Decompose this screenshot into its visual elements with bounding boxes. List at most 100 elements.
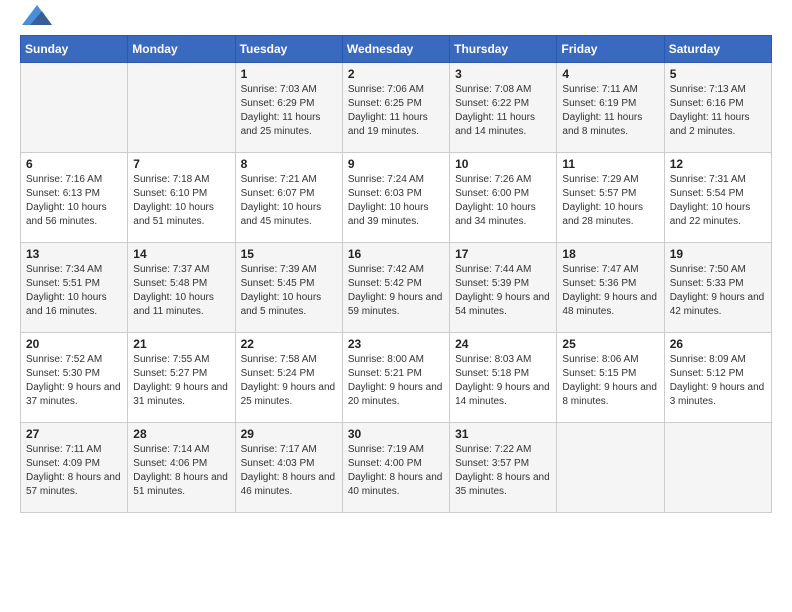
day-number: 24 xyxy=(455,337,551,351)
logo-icon xyxy=(22,5,52,25)
day-number: 6 xyxy=(26,157,122,171)
logo xyxy=(20,20,52,25)
day-number: 7 xyxy=(133,157,229,171)
day-number: 29 xyxy=(241,427,337,441)
day-info: Sunrise: 8:03 AMSunset: 5:18 PMDaylight:… xyxy=(455,353,551,409)
calendar-week-row: 13 Sunrise: 7:34 AMSunset: 5:51 PMDayligh… xyxy=(21,243,772,333)
calendar-cell: 8 Sunrise: 7:21 AMSunset: 6:07 PMDaylight… xyxy=(235,153,342,243)
calendar-cell xyxy=(557,423,664,513)
calendar-header: SundayMondayTuesdayWednesdayThursdayFrid… xyxy=(21,36,772,63)
calendar-cell: 3Sunrise: 7:08 AMSunset: 6:22 PMDaylight… xyxy=(450,63,557,153)
day-number: 18 xyxy=(562,247,658,261)
day-info: Sunrise: 7:19 AMSunset: 4:00 PMDaylight:… xyxy=(348,443,444,499)
day-info: Sunrise: 7:31 AMSunset: 5:54 PMDaylight:… xyxy=(670,173,766,229)
day-info: Sunrise: 7:22 AMSunset: 3:57 PMDaylight:… xyxy=(455,443,551,499)
calendar-table: SundayMondayTuesdayWednesdayThursdayFrid… xyxy=(20,35,772,513)
weekday-row: SundayMondayTuesdayWednesdayThursdayFrid… xyxy=(21,36,772,63)
day-number: 17 xyxy=(455,247,551,261)
calendar-cell: 16Sunrise: 7:42 AMSunset: 5:42 PMDayligh… xyxy=(342,243,449,333)
day-info: Sunrise: 7:13 AMSunset: 6:16 PMDaylight:… xyxy=(670,83,766,139)
calendar-cell: 10Sunrise: 7:26 AMSunset: 6:00 PMDayligh… xyxy=(450,153,557,243)
day-number: 22 xyxy=(241,337,337,351)
day-info: Sunrise: 7:14 AMSunset: 4:06 PMDaylight:… xyxy=(133,443,229,499)
calendar-cell: 20 Sunrise: 7:52 AMSunset: 5:30 PMDayligh… xyxy=(21,333,128,423)
calendar-cell: 21Sunrise: 7:55 AMSunset: 5:27 PMDayligh… xyxy=(128,333,235,423)
calendar-cell: 7 Sunrise: 7:18 AMSunset: 6:10 PMDaylight… xyxy=(128,153,235,243)
calendar-cell: 27 Sunrise: 7:11 AMSunset: 4:09 PMDayligh… xyxy=(21,423,128,513)
calendar-cell: 17 Sunrise: 7:44 AMSunset: 5:39 PMDayligh… xyxy=(450,243,557,333)
day-number: 27 xyxy=(26,427,122,441)
day-info: Sunrise: 7:24 AMSunset: 6:03 PMDaylight:… xyxy=(348,173,444,229)
day-info: Sunrise: 7:21 AMSunset: 6:07 PMDaylight:… xyxy=(241,173,337,229)
calendar-cell: 31 Sunrise: 7:22 AMSunset: 3:57 PMDayligh… xyxy=(450,423,557,513)
day-info: Sunrise: 7:50 AMSunset: 5:33 PMDaylight:… xyxy=(670,263,766,319)
day-number: 23 xyxy=(348,337,444,351)
day-number: 13 xyxy=(26,247,122,261)
day-number: 21 xyxy=(133,337,229,351)
day-info: Sunrise: 7:11 AMSunset: 4:09 PMDaylight:… xyxy=(26,443,122,499)
weekday-header: Saturday xyxy=(664,36,771,63)
day-number: 5 xyxy=(670,67,766,81)
weekday-header: Monday xyxy=(128,36,235,63)
day-info: Sunrise: 7:11 AMSunset: 6:19 PMDaylight:… xyxy=(562,83,658,139)
calendar-cell: 1 Sunrise: 7:03 AMSunset: 6:29 PMDaylight… xyxy=(235,63,342,153)
calendar-week-row: 27 Sunrise: 7:11 AMSunset: 4:09 PMDayligh… xyxy=(21,423,772,513)
day-info: Sunrise: 7:39 AMSunset: 5:45 PMDaylight:… xyxy=(241,263,337,319)
day-number: 26 xyxy=(670,337,766,351)
weekday-header: Thursday xyxy=(450,36,557,63)
day-info: Sunrise: 7:58 AMSunset: 5:24 PMDaylight:… xyxy=(241,353,337,409)
day-number: 9 xyxy=(348,157,444,171)
calendar-cell: 26 Sunrise: 8:09 AMSunset: 5:12 PMDayligh… xyxy=(664,333,771,423)
weekday-header: Wednesday xyxy=(342,36,449,63)
day-info: Sunrise: 7:03 AMSunset: 6:29 PMDaylight:… xyxy=(241,83,337,139)
day-number: 30 xyxy=(348,427,444,441)
day-number: 1 xyxy=(241,67,337,81)
day-number: 12 xyxy=(670,157,766,171)
calendar-cell: 14Sunrise: 7:37 AMSunset: 5:48 PMDayligh… xyxy=(128,243,235,333)
day-number: 8 xyxy=(241,157,337,171)
calendar-cell: 19 Sunrise: 7:50 AMSunset: 5:33 PMDayligh… xyxy=(664,243,771,333)
calendar-cell: 29Sunrise: 7:17 AMSunset: 4:03 PMDayligh… xyxy=(235,423,342,513)
calendar-cell xyxy=(664,423,771,513)
day-info: Sunrise: 7:52 AMSunset: 5:30 PMDaylight:… xyxy=(26,353,122,409)
day-info: Sunrise: 7:47 AMSunset: 5:36 PMDaylight:… xyxy=(562,263,658,319)
calendar-cell: 6 Sunrise: 7:16 AMSunset: 6:13 PMDaylight… xyxy=(21,153,128,243)
day-info: Sunrise: 8:09 AMSunset: 5:12 PMDaylight:… xyxy=(670,353,766,409)
calendar-cell: 30 Sunrise: 7:19 AMSunset: 4:00 PMDayligh… xyxy=(342,423,449,513)
calendar-cell: 5 Sunrise: 7:13 AMSunset: 6:16 PMDaylight… xyxy=(664,63,771,153)
day-number: 11 xyxy=(562,157,658,171)
day-number: 10 xyxy=(455,157,551,171)
day-number: 31 xyxy=(455,427,551,441)
day-number: 28 xyxy=(133,427,229,441)
weekday-header: Tuesday xyxy=(235,36,342,63)
calendar-cell: 25Sunrise: 8:06 AMSunset: 5:15 PMDayligh… xyxy=(557,333,664,423)
day-info: Sunrise: 7:29 AMSunset: 5:57 PMDaylight:… xyxy=(562,173,658,229)
calendar-cell xyxy=(128,63,235,153)
day-number: 19 xyxy=(670,247,766,261)
calendar-cell: 18 Sunrise: 7:47 AMSunset: 5:36 PMDayligh… xyxy=(557,243,664,333)
day-info: Sunrise: 7:34 AMSunset: 5:51 PMDaylight:… xyxy=(26,263,122,319)
day-info: Sunrise: 7:18 AMSunset: 6:10 PMDaylight:… xyxy=(133,173,229,229)
day-number: 3 xyxy=(455,67,551,81)
calendar-cell: 12 Sunrise: 7:31 AMSunset: 5:54 PMDayligh… xyxy=(664,153,771,243)
calendar-cell: 23 Sunrise: 8:00 AMSunset: 5:21 PMDayligh… xyxy=(342,333,449,423)
calendar-cell xyxy=(21,63,128,153)
day-info: Sunrise: 8:06 AMSunset: 5:15 PMDaylight:… xyxy=(562,353,658,409)
calendar-week-row: 6 Sunrise: 7:16 AMSunset: 6:13 PMDaylight… xyxy=(21,153,772,243)
day-info: Sunrise: 7:16 AMSunset: 6:13 PMDaylight:… xyxy=(26,173,122,229)
calendar-cell: 22 Sunrise: 7:58 AMSunset: 5:24 PMDayligh… xyxy=(235,333,342,423)
calendar-cell: 2 Sunrise: 7:06 AMSunset: 6:25 PMDaylight… xyxy=(342,63,449,153)
day-info: Sunrise: 8:00 AMSunset: 5:21 PMDaylight:… xyxy=(348,353,444,409)
day-info: Sunrise: 7:44 AMSunset: 5:39 PMDaylight:… xyxy=(455,263,551,319)
day-number: 15 xyxy=(241,247,337,261)
calendar-body: 1 Sunrise: 7:03 AMSunset: 6:29 PMDaylight… xyxy=(21,63,772,513)
day-number: 4 xyxy=(562,67,658,81)
weekday-header: Sunday xyxy=(21,36,128,63)
day-number: 2 xyxy=(348,67,444,81)
page-header xyxy=(20,20,772,25)
calendar-cell: 28 Sunrise: 7:14 AMSunset: 4:06 PMDayligh… xyxy=(128,423,235,513)
day-info: Sunrise: 7:42 AMSunset: 5:42 PMDaylight:… xyxy=(348,263,444,319)
day-number: 20 xyxy=(26,337,122,351)
day-info: Sunrise: 7:06 AMSunset: 6:25 PMDaylight:… xyxy=(348,83,444,139)
day-number: 14 xyxy=(133,247,229,261)
